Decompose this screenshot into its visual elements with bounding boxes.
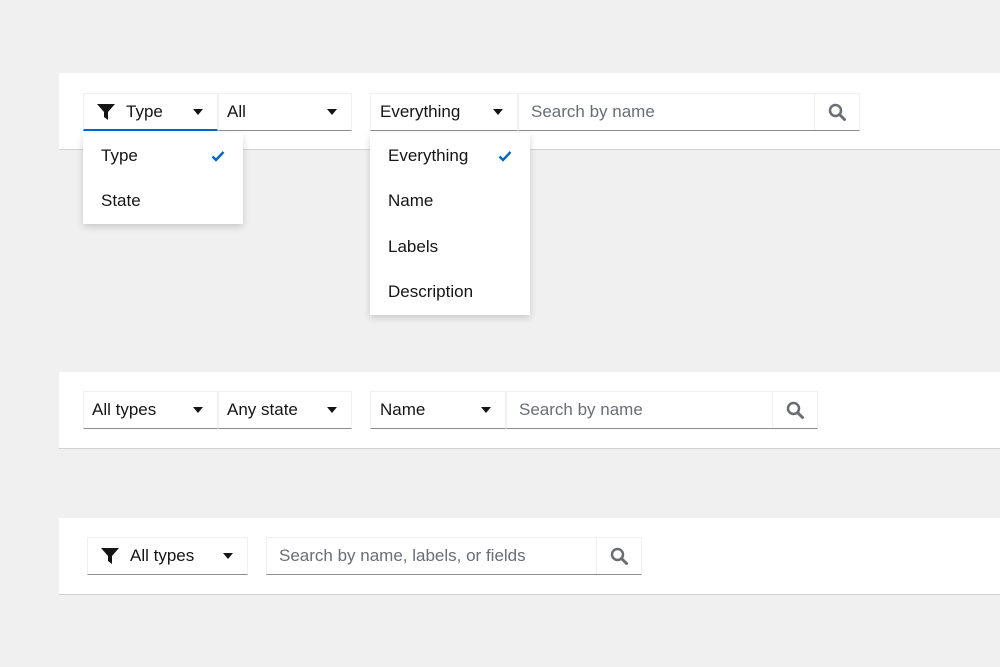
chevron-down-icon: [223, 553, 233, 559]
search-group: [518, 93, 860, 131]
type-select-label: All types: [92, 400, 157, 419]
menu-item-name[interactable]: Name: [370, 179, 530, 225]
chevron-down-icon: [481, 407, 491, 413]
check-icon: [211, 150, 225, 162]
type-filter-label: All types: [130, 546, 195, 565]
menu-item-state[interactable]: State: [83, 179, 243, 225]
search-group: [266, 537, 642, 575]
chevron-down-icon: [327, 407, 337, 413]
state-select-label: Any state: [227, 400, 298, 419]
filter-icon: [96, 103, 116, 121]
state-select[interactable]: Any state: [218, 391, 352, 429]
filter-attribute-select[interactable]: Type: [83, 93, 218, 131]
menu-item-label: Description: [388, 282, 474, 302]
search-scope-select[interactable]: Everything: [370, 93, 518, 131]
filter-attribute-label: Type: [126, 101, 163, 121]
menu-item-type[interactable]: Type: [83, 133, 243, 179]
menu-item-label: Type: [101, 145, 138, 165]
search-group: [506, 391, 818, 429]
type-filter-select[interactable]: All types: [87, 537, 248, 575]
search-icon: [786, 401, 804, 419]
search-icon: [610, 547, 628, 565]
menu-item-description[interactable]: Description: [370, 270, 530, 316]
type-select[interactable]: All types: [83, 391, 218, 429]
menu-item-label: Name: [388, 191, 434, 211]
search-input[interactable]: [519, 94, 814, 130]
search-input[interactable]: [507, 392, 772, 428]
search-icon: [828, 103, 846, 121]
menu-item-label: Labels: [388, 236, 439, 256]
filter-attribute-menu: Type State: [83, 133, 243, 224]
chevron-down-icon: [327, 109, 337, 115]
chevron-down-icon: [193, 407, 203, 413]
search-scope-label: Everything: [380, 102, 461, 121]
search-input[interactable]: [267, 538, 596, 574]
search-button[interactable]: [814, 94, 859, 130]
value-select-label: All: [227, 102, 246, 121]
search-button[interactable]: [772, 392, 817, 428]
search-button[interactable]: [596, 538, 641, 574]
chevron-down-icon: [193, 108, 203, 115]
menu-item-label: Everything: [388, 145, 469, 165]
search-scope-menu: Everything Name Labels Description: [370, 133, 530, 315]
search-scope-label: Name: [380, 400, 426, 419]
menu-item-labels[interactable]: Labels: [370, 224, 530, 270]
check-icon: [498, 150, 512, 162]
menu-item-everything[interactable]: Everything: [370, 133, 530, 179]
menu-item-label: State: [101, 191, 141, 211]
search-scope-select[interactable]: Name: [370, 391, 506, 429]
chevron-down-icon: [493, 109, 503, 115]
filter-icon: [100, 547, 120, 565]
value-select[interactable]: All: [218, 93, 352, 131]
